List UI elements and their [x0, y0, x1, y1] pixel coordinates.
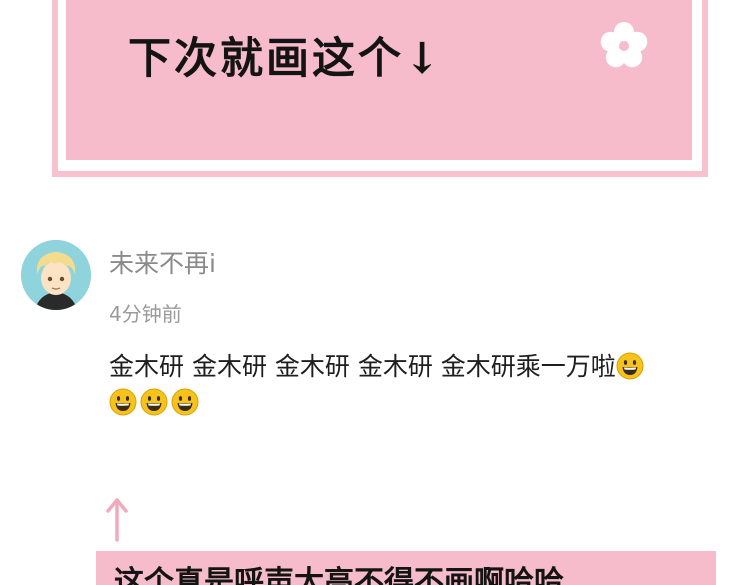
comment-body: 金木研 金木研 金木研 金木研 金木研乘一万啦: [109, 349, 739, 421]
up-arrow-icon: [106, 498, 128, 542]
caption-text: 这个真是呼声太高不得不画啊哈哈: [114, 565, 564, 585]
banner-title: 下次就画这个↓: [128, 34, 444, 84]
comment-username[interactable]: 未来不再i: [109, 244, 216, 280]
comment-timestamp: 4分钟前: [109, 302, 182, 326]
grinning-emoji-icon: [140, 388, 168, 416]
flower-icon: [600, 22, 648, 68]
caption-panel: 这个真是呼声太高不得不画啊哈哈: [96, 551, 716, 585]
avatar-image: [21, 240, 91, 310]
grinning-emoji-icon: [109, 388, 137, 416]
grinning-emoji-icon: [616, 352, 644, 380]
comment-text: 金木研 金木研 金木研 金木研 金木研乘一万啦: [109, 352, 616, 381]
avatar[interactable]: [21, 240, 91, 310]
grinning-emoji-icon: [171, 388, 199, 416]
